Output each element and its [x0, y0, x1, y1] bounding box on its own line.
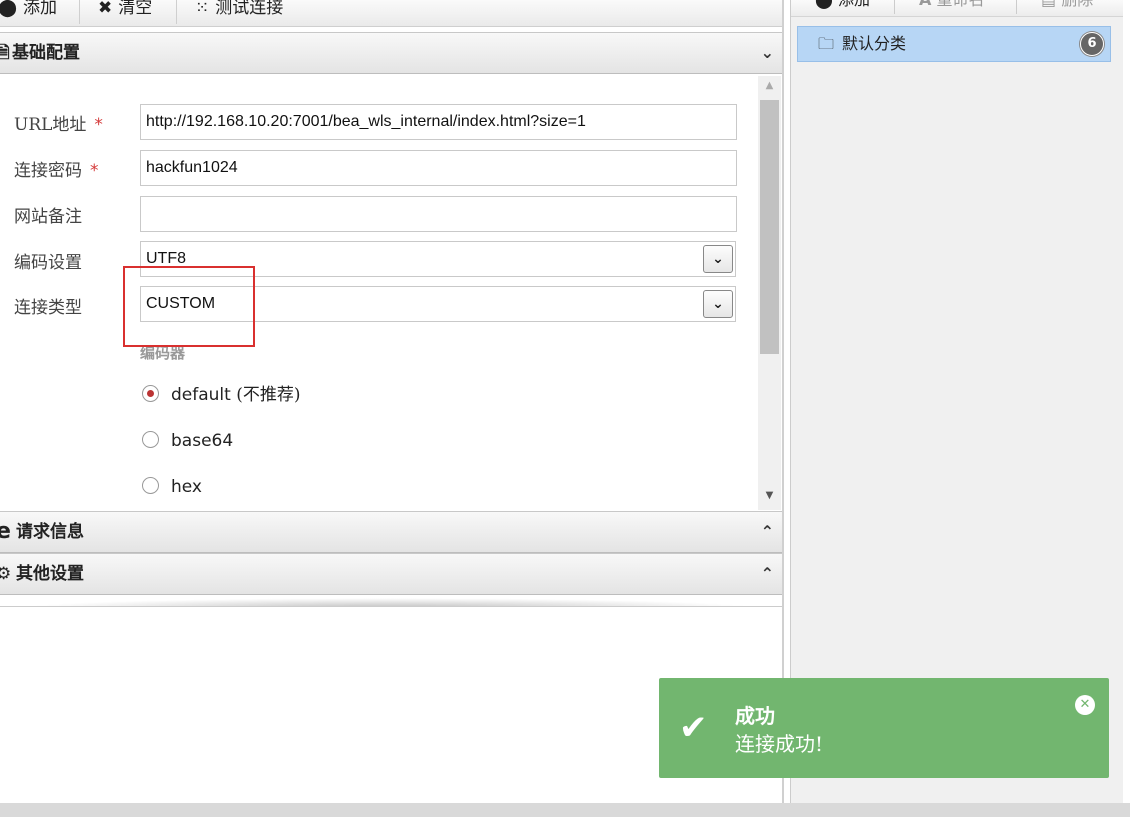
trash-icon: ▤	[1041, 0, 1056, 9]
toolbar-divider	[1016, 0, 1017, 14]
file-icon: 🗎	[0, 43, 10, 63]
plus-circle-icon: ⬤	[815, 0, 833, 9]
encoder-option-hex[interactable]: hex	[142, 476, 202, 498]
toolbar-divider	[176, 0, 177, 24]
connection-type-label: 连接类型	[14, 298, 82, 318]
url-label: URL地址 *	[14, 115, 103, 135]
plus-circle-icon: ⬤	[0, 0, 18, 18]
check-icon: ✔	[679, 708, 708, 748]
section-header-other[interactable]: ⚙ 其他设置 ⌃	[0, 553, 782, 595]
count-badge: 6	[1080, 32, 1104, 56]
radio-unchecked[interactable]	[142, 431, 159, 448]
category-add-button[interactable]: ⬤ 添加	[815, 0, 870, 13]
category-item-default[interactable]: 🗀 默认分类 6	[797, 26, 1111, 62]
category-toolbar: ⬤ 添加 A 重命名 ▤ 删除	[791, 0, 1123, 17]
category-delete-button[interactable]: ▤ 删除	[1041, 0, 1093, 13]
times-icon: ✖	[98, 0, 113, 18]
spinner-icon: ⁙	[195, 0, 210, 18]
toolbar-divider	[894, 0, 895, 14]
section-header-basic[interactable]: 🗎 基础配置 ⌄	[0, 32, 782, 74]
password-label: 连接密码 *	[14, 161, 99, 181]
form-scrollbar[interactable]: ▲ ▼	[758, 76, 781, 510]
toolbar-divider	[79, 0, 80, 24]
dialog-toolbar: ⬤ 添加 ✖ 清空 ⁙ 测试连接	[0, 0, 782, 27]
password-input[interactable]: hackfun1024	[140, 150, 737, 186]
chevron-up-icon: ⌃	[760, 564, 774, 583]
encoding-label: 编码设置	[14, 253, 82, 273]
font-icon: A	[919, 0, 931, 9]
category-rename-button[interactable]: A 重命名	[919, 0, 985, 13]
bottom-edge	[0, 803, 1130, 817]
success-toast: ✔ 成功 连接成功! ✕	[659, 678, 1109, 778]
chevron-down-icon[interactable]: ⌄	[703, 290, 733, 318]
scroll-up-arrow-icon[interactable]: ▲	[758, 80, 781, 91]
test-connection-button[interactable]: ⁙ 测试连接	[195, 0, 283, 22]
toast-message: 连接成功!	[735, 732, 824, 756]
scrollbar-thumb[interactable]	[760, 100, 779, 354]
toast-title: 成功	[735, 704, 775, 728]
chevron-up-icon: ⌃	[760, 522, 774, 541]
url-input[interactable]: http://192.168.10.20:7001/bea_wls_intern…	[140, 104, 737, 140]
encoder-option-base64[interactable]: base64	[142, 430, 233, 452]
close-icon[interactable]: ✕	[1075, 695, 1095, 715]
ie-icon: e	[0, 519, 11, 544]
chevron-down-icon[interactable]: ⌄	[703, 245, 733, 273]
folder-icon: 🗀	[818, 34, 835, 53]
section-header-request[interactable]: e 请求信息 ⌃	[0, 511, 782, 553]
basic-config-form: URL地址 * http://192.168.10.20:7001/bea_wls…	[0, 76, 782, 510]
note-label: 网站备注	[14, 207, 82, 227]
scroll-down-arrow-icon[interactable]: ▼	[758, 490, 781, 501]
encoder-option-default[interactable]: default (不推荐)	[142, 384, 301, 406]
radio-unchecked[interactable]	[142, 477, 159, 494]
clear-button[interactable]: ✖ 清空	[98, 0, 152, 22]
note-input[interactable]	[140, 196, 737, 232]
annotation-highlight-box	[123, 266, 255, 347]
cogs-icon: ⚙	[0, 564, 12, 584]
chevron-down-icon: ⌄	[760, 43, 774, 62]
add-button[interactable]: ⬤ 添加	[0, 0, 57, 22]
radio-checked[interactable]	[142, 385, 159, 402]
